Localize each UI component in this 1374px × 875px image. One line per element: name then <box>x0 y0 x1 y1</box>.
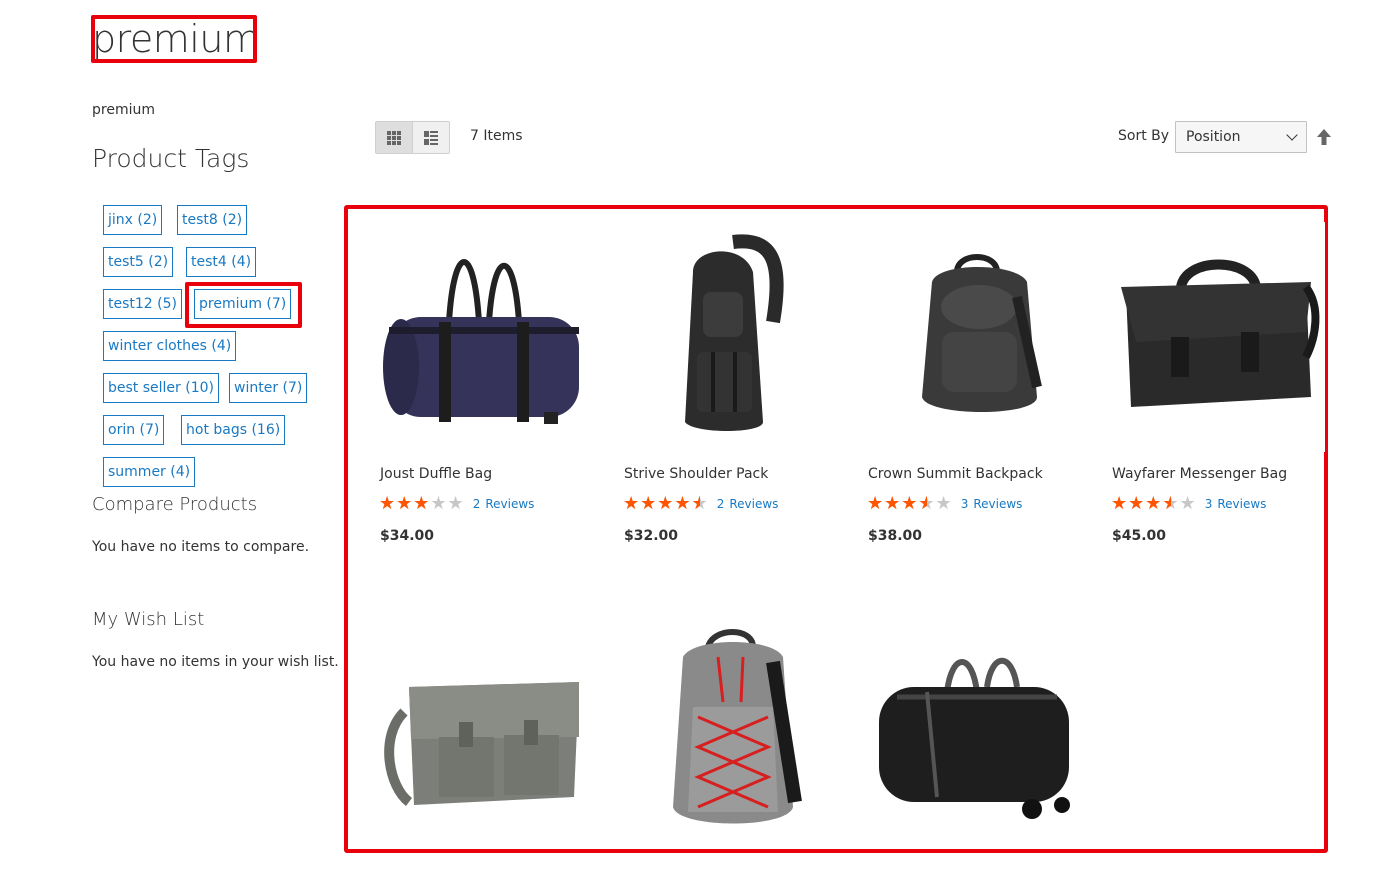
product-image-rolling-duffle[interactable] <box>863 612 1081 842</box>
backpack-image <box>922 254 1042 412</box>
items-count: 7 Items <box>470 128 523 144</box>
rating-stars-icon: ★★★★★★★★★★ <box>1111 493 1197 514</box>
highlight-box-title <box>91 15 257 63</box>
compare-empty-text: You have no items to compare. <box>92 539 310 555</box>
red-laced-backpack-image <box>673 629 802 824</box>
shoulder-pack-image <box>685 234 784 431</box>
wishlist-heading: My Wish List <box>92 609 205 630</box>
reviews-link[interactable]: 3 Reviews <box>1205 497 1272 511</box>
view-mode-switcher <box>375 121 450 154</box>
product-name-wayfarer-messenger-bag[interactable]: Wayfarer Messenger Bag <box>1112 466 1287 482</box>
tag-test12[interactable]: test12 (5) <box>103 289 182 319</box>
wishlist-empty-text: You have no items in your wish list. <box>92 654 339 670</box>
product-rating-crown-summit-backpack: ★★★★★★★★★★ 3Reviews <box>867 494 1027 514</box>
product-price-strive-shoulder-pack: $32.00 <box>624 528 679 544</box>
product-rating-strive-shoulder-pack: ★★★★★★★★★★ 2Reviews <box>623 494 783 514</box>
highlight-box-premium-tag <box>185 282 302 328</box>
sort-by-select[interactable]: Position <box>1175 121 1307 153</box>
product-image-red-laced-backpack[interactable] <box>619 612 837 842</box>
reviews-link[interactable]: 2 Reviews <box>473 497 540 511</box>
tag-winter[interactable]: winter (7) <box>229 373 308 403</box>
reviews-link[interactable]: 2 Reviews <box>717 497 784 511</box>
product-image-crown-summit-backpack[interactable] <box>863 222 1081 452</box>
duffle-bag-image <box>383 259 579 424</box>
sort-by-value: Position <box>1186 129 1241 145</box>
list-view-button[interactable] <box>413 122 449 153</box>
canvas-messenger-image <box>384 682 579 806</box>
tag-summer[interactable]: summer (4) <box>103 457 196 487</box>
compare-products-heading: Compare Products <box>92 494 258 515</box>
product-image-wayfarer-messenger-bag[interactable] <box>1107 222 1325 452</box>
product-name-strive-shoulder-pack[interactable]: Strive Shoulder Pack <box>624 466 768 482</box>
category-description: premium <box>92 102 155 118</box>
tag-test5[interactable]: test5 (2) <box>103 247 174 277</box>
product-name-crown-summit-backpack[interactable]: Crown Summit Backpack <box>868 466 1043 482</box>
tag-test8[interactable]: test8 (2) <box>177 205 248 235</box>
product-image-strive-shoulder-pack[interactable] <box>619 222 837 452</box>
product-price-wayfarer-messenger-bag: $45.00 <box>1112 528 1167 544</box>
tag-orin[interactable]: orin (7) <box>103 415 165 445</box>
rating-stars-icon: ★★★★★★★★★★ <box>867 493 953 514</box>
tag-test4[interactable]: test4 (4) <box>186 247 257 277</box>
sort-direction-arrow-up-icon[interactable] <box>1316 128 1332 146</box>
product-price-joust-duffle-bag: $34.00 <box>380 528 435 544</box>
reviews-link[interactable]: 3 Reviews <box>961 497 1028 511</box>
product-rating-wayfarer-messenger-bag: ★★★★★★★★★★ 3Reviews <box>1111 494 1271 514</box>
messenger-bag-image <box>1121 259 1320 407</box>
tag-winter-clothes[interactable]: winter clothes (4) <box>103 331 237 361</box>
chevron-down-icon <box>1286 129 1298 141</box>
product-image-joust-duffle-bag[interactable] <box>375 222 593 452</box>
sort-by-label: Sort By <box>1118 128 1170 144</box>
tag-jinx[interactable]: jinx (2) <box>103 205 163 235</box>
product-rating-joust-duffle-bag: ★★★★★★★★★★ 2Reviews <box>379 494 539 514</box>
rolling-duffle-image <box>879 657 1070 819</box>
rating-stars-icon: ★★★★★★★★★★ <box>623 493 709 514</box>
product-price-crown-summit-backpack: $38.00 <box>868 528 923 544</box>
list-icon <box>424 130 438 145</box>
product-name-joust-duffle-bag[interactable]: Joust Duffle Bag <box>380 466 492 482</box>
rating-stars-icon: ★★★★★★★★★★ <box>379 493 465 514</box>
tag-hot-bags[interactable]: hot bags (16) <box>181 415 286 445</box>
grid-icon <box>387 130 401 145</box>
grid-view-button[interactable] <box>376 122 413 153</box>
tag-best-seller[interactable]: best seller (10) <box>103 373 219 403</box>
product-tags-heading: Product Tags <box>92 144 250 173</box>
product-image-canvas-messenger[interactable] <box>375 612 593 842</box>
